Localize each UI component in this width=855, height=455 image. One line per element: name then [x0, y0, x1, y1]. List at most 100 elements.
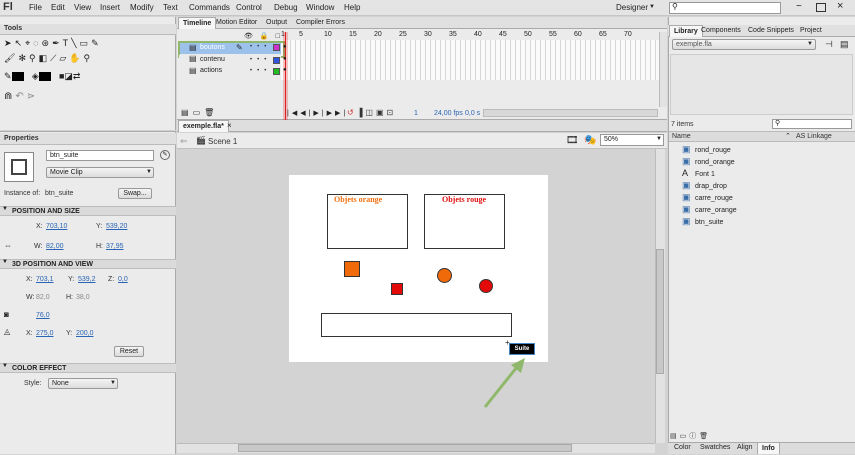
tools-row-4[interactable]: ⋒↶⋗ [4, 91, 38, 102]
pin-icon[interactable]: ⊣ [825, 39, 833, 50]
3d-position-section[interactable]: 3D POSITION AND VIEW [0, 259, 176, 269]
minimize-icon[interactable]: − [796, 1, 802, 12]
visibility-dots[interactable]: ••• [250, 44, 271, 50]
play-icon[interactable]: ▶ [313, 110, 321, 117]
3d-rotation-icon[interactable]: ⊛ [42, 38, 53, 48]
help-search-input[interactable] [669, 2, 781, 14]
timeline-vscrollbar[interactable] [659, 32, 667, 107]
subselection-icon[interactable]: ↖ [15, 38, 26, 48]
onion-outline-icon[interactable]: ▣ [376, 108, 387, 117]
new-folder-icon[interactable]: ▭ [193, 108, 205, 117]
menu-commands[interactable]: Commands [189, 3, 230, 12]
text-tool-icon[interactable]: T [63, 38, 72, 48]
tab-align[interactable]: Align [733, 442, 757, 454]
edit-settings-icon[interactable]: ✎ [160, 150, 170, 160]
playback-controls[interactable]: |◀◀|▶|▶▶| [287, 109, 348, 117]
smooth-icon[interactable]: ↶ [15, 91, 26, 102]
fps-value[interactable]: 24,00 fps [434, 110, 463, 117]
next-frame-icon[interactable]: |▶ [322, 110, 335, 117]
tab-timeline[interactable]: Timeline [178, 17, 217, 29]
first-frame-icon[interactable]: |◀ [287, 110, 300, 117]
orange-square[interactable] [344, 261, 360, 277]
library-item[interactable]: ▣ carre_rouge [682, 191, 733, 203]
lock-width-height-icon[interactable]: ⇔ [4, 241, 12, 250]
onion-skin-icon[interactable]: ◫ [365, 108, 376, 117]
layer-color-swatch[interactable] [273, 57, 280, 64]
lasso-icon[interactable]: ◌ [33, 38, 41, 48]
stage-hscroll-thumb[interactable] [238, 444, 572, 452]
frame-ruler[interactable]: 1 5 10 15 20 25 30 35 40 45 50 55 60 65 70 [281, 31, 659, 40]
frame-grid[interactable] [281, 40, 659, 80]
workspace-switcher[interactable]: Designer [616, 3, 648, 12]
trash-icon[interactable]: 🗑 [204, 108, 218, 117]
hand-tool-icon[interactable]: ✋ [69, 53, 83, 63]
column-name[interactable]: Name [672, 133, 691, 140]
tab-project[interactable]: Project [796, 25, 826, 37]
black-white-icon[interactable]: ◪ [64, 71, 73, 81]
tools-row-2[interactable]: 🖌✻⚲◧⟋▱✋⚲ [4, 53, 174, 65]
library-item[interactable]: ▣ rond_rouge [682, 143, 731, 155]
w-value[interactable]: 82,00 [46, 243, 64, 250]
layer-name[interactable]: boutons [200, 44, 225, 51]
vp-y-value[interactable]: 200,0 [76, 330, 94, 337]
tab-document[interactable]: exemple.fla* [178, 120, 229, 132]
reset-button[interactable]: Reset [114, 346, 144, 357]
tab-compiler-errors[interactable]: Compiler Errors [292, 17, 349, 29]
new-symbol-icon[interactable]: ▤ [670, 433, 680, 440]
bone-tool-icon[interactable]: ⚲ [29, 53, 39, 63]
deco-tool-icon[interactable]: ✻ [18, 53, 29, 63]
tools-row-1[interactable]: ➤↖⌖◌⊛✒T╲▭✎ [4, 38, 174, 50]
close-tab-icon[interactable]: × [227, 121, 232, 130]
scene-label[interactable]: Scene 1 [208, 137, 237, 146]
selection-tool-icon[interactable]: ➤ [4, 38, 15, 48]
library-file-select[interactable]: exemple.fla [672, 39, 816, 50]
brush-tool-icon[interactable]: 🖌 [4, 53, 18, 63]
delete-icon[interactable]: 🗑 [699, 433, 711, 440]
timeline-hscrollbar[interactable] [483, 109, 658, 117]
library-item[interactable]: ▣ rond_orange [682, 155, 735, 167]
library-item[interactable]: A Font 1 [682, 167, 715, 179]
menu-help[interactable]: Help [344, 3, 360, 12]
stroke-swatch[interactable] [11, 72, 24, 82]
zoom-tool-icon[interactable]: ⚲ [84, 53, 94, 63]
tab-components[interactable]: Components [697, 25, 745, 37]
menu-view[interactable]: View [74, 3, 91, 12]
color-effect-section[interactable]: COLOR EFFECT [0, 363, 176, 373]
edit-scene-icon[interactable]: 🎞 [566, 135, 579, 146]
edit-multiple-icon[interactable]: ⊡ [387, 108, 397, 117]
onion-controls[interactable]: ↺▐◫▣⊡ [347, 108, 396, 117]
symbol-type-select[interactable]: Movie Clip [46, 167, 154, 178]
library-item[interactable]: ▣ carre_orange [682, 203, 737, 215]
prev-frame-icon[interactable]: ◀| [300, 110, 313, 117]
red-square[interactable] [391, 283, 403, 295]
menu-modify[interactable]: Modify [130, 3, 154, 12]
menu-insert[interactable]: Insert [100, 3, 120, 12]
stage-vscroll-thumb[interactable] [656, 249, 664, 374]
free-transform-icon[interactable]: ⌖ [25, 38, 33, 48]
fill-swatch[interactable] [38, 72, 51, 82]
x3d-value[interactable]: 703,1 [36, 276, 54, 283]
back-arrow-icon[interactable]: ⇐ [180, 136, 188, 147]
tab-color[interactable]: Color [670, 442, 695, 454]
loop-icon[interactable]: ↺ [347, 108, 357, 117]
visibility-dots[interactable]: ••• [250, 57, 271, 63]
tab-swatches[interactable]: Swatches [696, 442, 734, 454]
new-folder-icon[interactable]: ▭ [680, 433, 690, 440]
sort-icon[interactable]: ⌃ [785, 132, 791, 140]
column-as-linkage[interactable]: AS Linkage [796, 133, 832, 140]
pen-tool-icon[interactable]: ✒ [52, 38, 63, 48]
menu-debug[interactable]: Debug [274, 3, 298, 12]
stroke-color-icon[interactable]: ✎ [4, 71, 12, 81]
library-search-input[interactable] [772, 119, 852, 129]
library-footer-icons[interactable]: ▤▭ⓘ🗑 [670, 431, 711, 441]
visibility-dots[interactable]: ••• [250, 68, 271, 74]
position-size-section[interactable]: POSITION AND SIZE [0, 206, 176, 216]
edit-symbols-icon[interactable]: 🎭 [584, 135, 596, 146]
swap-button[interactable]: Swap... [118, 188, 152, 199]
eye-icon[interactable]: 👁 [244, 33, 260, 40]
library-item[interactable]: ▣ btn_suite [682, 215, 723, 227]
menu-control[interactable]: Control [236, 3, 262, 12]
tab-output[interactable]: Output [262, 17, 291, 29]
layer-controls[interactable]: ▤▭🗑 [181, 108, 218, 117]
new-layer-icon[interactable]: ▤ [181, 108, 193, 117]
